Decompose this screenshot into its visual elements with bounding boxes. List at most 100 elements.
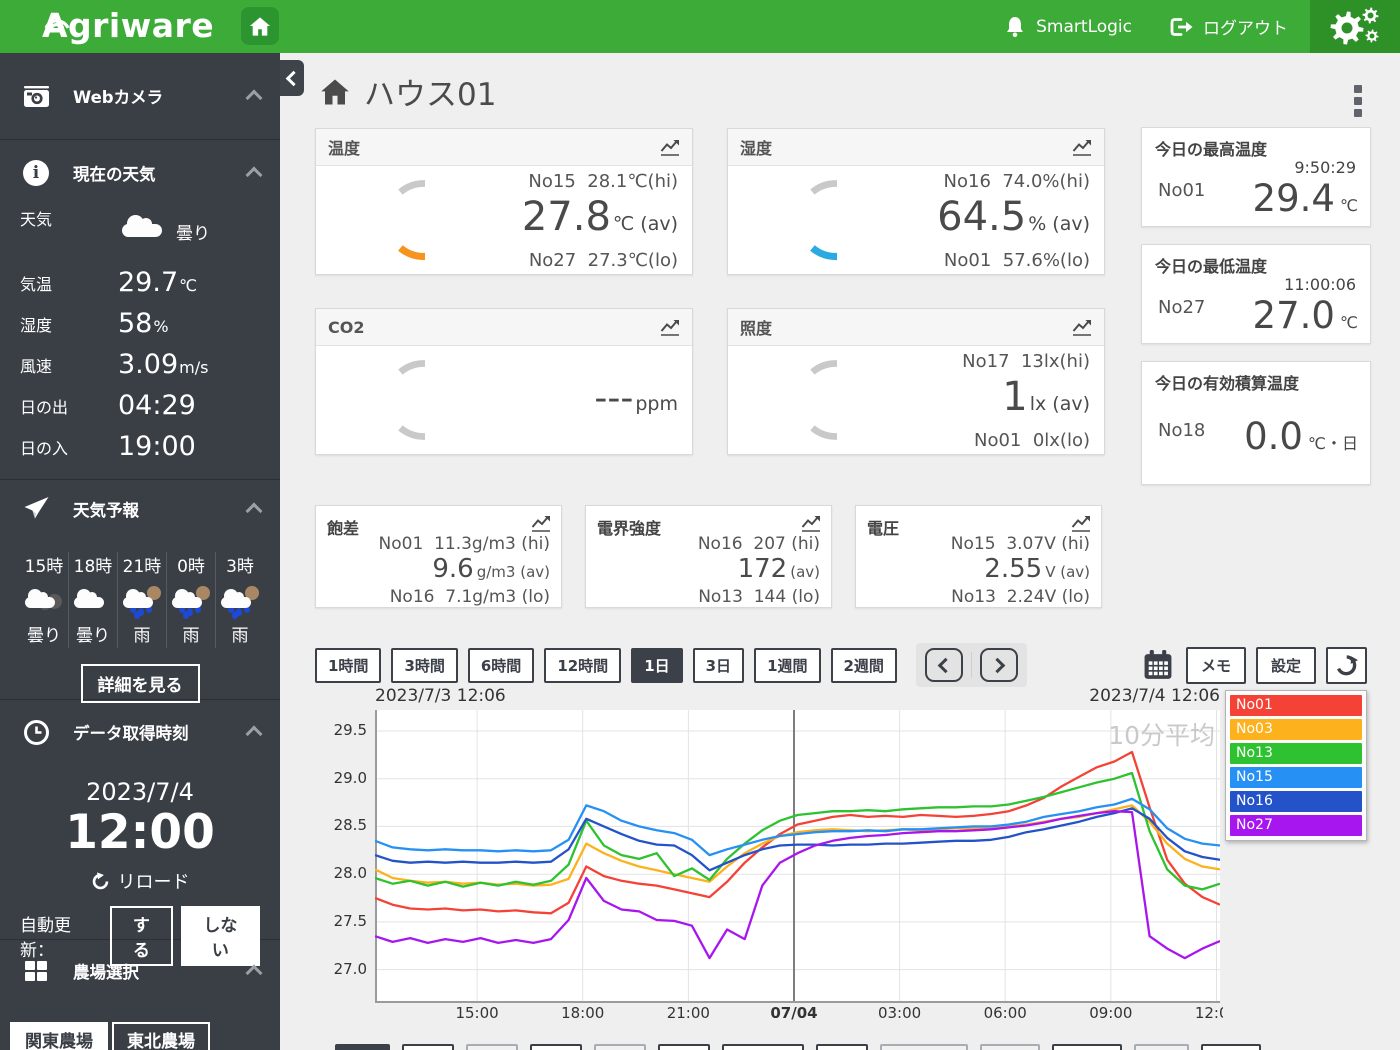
more-options-button[interactable] (1354, 81, 1362, 121)
sensor-toggle-button[interactable] (594, 1044, 646, 1050)
gear-small-icon (1365, 29, 1379, 43)
stat-card-sensor: No01 (1158, 180, 1205, 201)
range-button[interactable]: 1週間 (754, 648, 820, 683)
sensor-toggle-button[interactable] (722, 1044, 804, 1050)
auto-update-on-button[interactable]: する (110, 906, 173, 966)
x-axis-label: 21:00 (653, 1004, 723, 1022)
sensor-toggle-button[interactable] (658, 1044, 710, 1050)
sensor-toggle-button[interactable] (1134, 1044, 1189, 1050)
farm-button[interactable]: 関東農場 (10, 1022, 108, 1050)
sensor-toggle-button[interactable] (530, 1044, 582, 1050)
range-button[interactable]: 1時間 (315, 648, 381, 683)
range-button[interactable]: 12時間 (544, 648, 621, 683)
webcam-icon (20, 85, 52, 108)
calendar-button[interactable] (1140, 650, 1176, 681)
x-axis-label: 06:00 (970, 1004, 1040, 1022)
sensor-toggle-button[interactable] (980, 1044, 1040, 1050)
gauge-average-number: 64.5 (937, 194, 1026, 240)
gauge-values: No16 74.0%(hi)64.5% (av)No01 57.6%(lo) (937, 169, 1090, 273)
legend-item[interactable]: No03 (1230, 719, 1362, 740)
sensor-toggle-button[interactable] (335, 1044, 390, 1050)
datatime-title: データ取得時刻 (73, 720, 189, 744)
sensor-toggle-button[interactable] (816, 1044, 868, 1050)
sensor-toggle-button[interactable] (1201, 1044, 1261, 1050)
smartlogic-label: SmartLogic (1036, 17, 1132, 37)
settings-gears-button[interactable] (1310, 0, 1400, 53)
trend-chart-icon[interactable] (660, 319, 680, 336)
forecast-item: 15時曇り (20, 552, 68, 648)
sidebar-section-forecast[interactable]: 天気予報 (20, 480, 260, 538)
logout-button[interactable]: ログアウト (1168, 14, 1288, 39)
chart-end-datetime: 2023/7/4 12:06 (920, 686, 1220, 706)
trend-chart-icon[interactable] (1072, 139, 1092, 156)
settings-button[interactable]: 設定 (1256, 647, 1316, 684)
sensor-toggle-button[interactable] (1052, 1044, 1122, 1050)
gauge-card-header: 温度 (316, 129, 692, 166)
sidebar-collapse-button[interactable] (280, 60, 304, 96)
sidebar-section-current-weather[interactable]: i 現在の天気 (20, 140, 260, 206)
stat-card-sensor: No18 (1158, 420, 1205, 441)
legend-item[interactable]: No13 (1230, 743, 1362, 764)
weather-row-label: 湿度 (20, 312, 82, 336)
page-title-text: ハウス01 (364, 69, 496, 114)
gauge-card-title: 温度 (328, 135, 360, 159)
auto-update-off-button[interactable]: しない (181, 906, 260, 966)
mini-card-title: 電界強度 (597, 515, 661, 539)
weather-row-value: 29.7℃ (118, 267, 197, 298)
stat-card-sensor: No27 (1158, 297, 1205, 318)
legend-item[interactable]: No01 (1230, 695, 1362, 716)
chart-next-button[interactable] (980, 648, 1018, 682)
sidebar-section-webcam[interactable]: Webカメラ (20, 53, 260, 139)
range-button[interactable]: 2週間 (831, 648, 897, 683)
sensor-toggle-button[interactable] (880, 1044, 968, 1050)
home-button[interactable] (241, 7, 279, 45)
x-axis-label: 15:00 (442, 1004, 512, 1022)
range-button[interactable]: 6時間 (468, 648, 534, 683)
sensor-toggle-button[interactable] (402, 1044, 454, 1050)
grid-icon (20, 959, 52, 983)
logout-icon (1168, 17, 1193, 37)
gauge-card-title: CO2 (328, 318, 364, 337)
chevron-up-icon (246, 167, 263, 184)
farm-button[interactable]: 東北農場 (112, 1022, 210, 1050)
mini-average-value: 2.55V (av) (951, 556, 1090, 586)
trend-chart-icon[interactable] (660, 139, 680, 156)
weather-row-value: 04:29 (118, 390, 196, 421)
gauge-average-number: 1 (1002, 374, 1027, 420)
gauge-average-unit: ppm (635, 393, 678, 415)
y-axis-label: 29.0 (315, 769, 367, 787)
chart-prev-button[interactable] (925, 648, 963, 682)
reload-button[interactable]: リロード (20, 868, 260, 894)
sidebar-section-datatime[interactable]: データ取得時刻 (20, 700, 260, 764)
range-button[interactable]: 3時間 (391, 648, 457, 683)
stat-card-today-accumulated-temp: 今日の有効積算温度No180.0 ℃・日 (1141, 361, 1371, 485)
chevron-up-icon (246, 90, 263, 107)
trend-chart-icon[interactable] (1072, 319, 1092, 336)
weather-row-label: 天気 (20, 206, 82, 230)
gauge-low-value: No01 0lx(lo) (962, 428, 1090, 453)
cloud-icon (118, 206, 174, 244)
gauge-average-value: 27.8℃ (av) (522, 194, 678, 248)
chevron-right-icon (990, 657, 1006, 673)
chevron-left-icon (286, 70, 302, 86)
legend-item[interactable]: No15 (1230, 767, 1362, 788)
sensor-toggle-button[interactable] (466, 1044, 518, 1050)
mini-high-value: No16 207 (hi) (698, 533, 820, 556)
weather-row: 気温29.7℃ (20, 266, 260, 299)
mini-card-vpd: 飽差No01 11.3g/m3 (hi)9.6g/m3 (av)No16 7.1… (315, 505, 562, 608)
legend-item[interactable]: No27 (1230, 815, 1362, 836)
range-button[interactable]: 1日 (631, 648, 682, 683)
chart-refresh-button[interactable] (1326, 647, 1367, 684)
chart-legend: No01 No03 No13 No15 No16 No27 (1225, 690, 1367, 841)
x-axis-label: 07/04 (759, 1004, 829, 1022)
forecast-detail-button[interactable]: 詳細を見る (81, 664, 200, 703)
gauge-values: ---ppm (594, 376, 678, 428)
legend-item[interactable]: No16 (1230, 791, 1362, 812)
y-axis-label: 29.5 (315, 721, 367, 739)
forecast-item: 18時曇り (68, 552, 117, 648)
series-toggle-row (335, 1044, 1261, 1050)
smartlogic-menu[interactable]: SmartLogic (1004, 15, 1132, 39)
gauge-card-header: 湿度 (728, 129, 1104, 166)
range-button[interactable]: 3日 (693, 648, 744, 683)
memo-button[interactable]: メモ (1186, 647, 1246, 684)
